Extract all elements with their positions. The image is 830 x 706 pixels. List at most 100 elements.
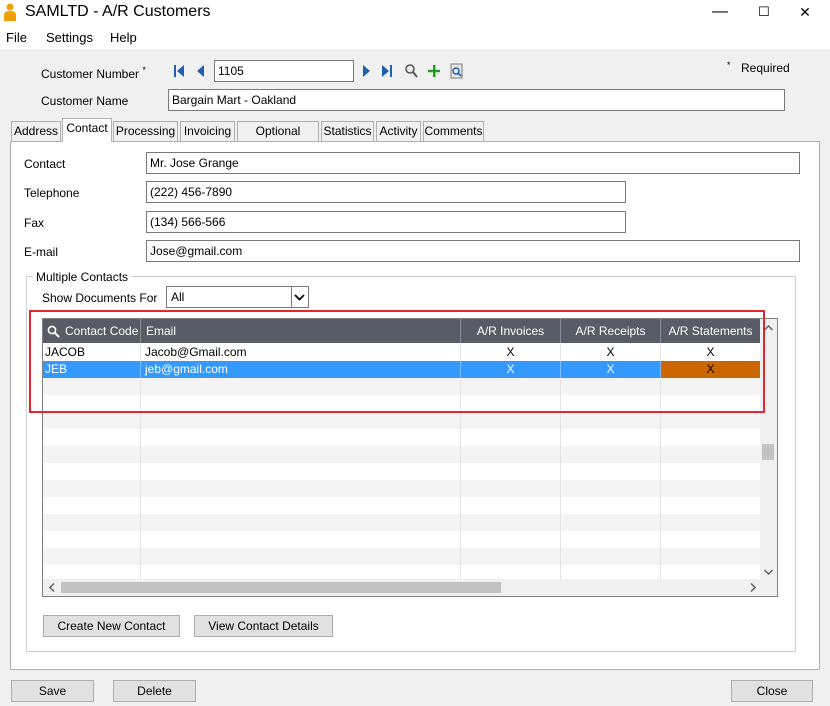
tab-processing[interactable]: Processing [113, 121, 178, 141]
delete-button[interactable]: Delete [113, 680, 196, 702]
contact-code-cell[interactable]: JACOB [43, 344, 141, 361]
tab-comments[interactable]: Comments [423, 121, 484, 141]
vertical-scrollbar[interactable] [760, 319, 777, 579]
zoom-icon[interactable] [450, 63, 464, 79]
empty-cell [561, 497, 661, 514]
ar-statements-cell[interactable]: X [661, 344, 761, 361]
empty-cell [461, 497, 561, 514]
empty-table-row [43, 446, 761, 463]
empty-cell [461, 548, 561, 565]
customer-name-input[interactable]: Bargain Mart - Oakland [168, 89, 785, 111]
first-record-icon[interactable] [172, 63, 186, 79]
ar-statements-cell-focused[interactable]: X [661, 361, 761, 378]
ar-invoices-cell[interactable]: X [461, 361, 561, 378]
empty-cell [141, 412, 461, 429]
ar-receipts-cell[interactable]: X [561, 361, 661, 378]
tab-statistics[interactable]: Statistics [321, 121, 374, 141]
dropdown-button[interactable] [291, 287, 308, 307]
create-new-contact-button[interactable]: Create New Contact [43, 615, 180, 637]
empty-cell [461, 480, 561, 497]
empty-cell [141, 463, 461, 480]
empty-table-row [43, 395, 761, 412]
empty-cell [461, 446, 561, 463]
menu-help[interactable]: Help [110, 30, 137, 45]
column-header-email[interactable]: Email [141, 319, 461, 343]
close-window-button[interactable]: ✕ [783, 0, 827, 27]
empty-cell [561, 378, 661, 395]
contact-input[interactable]: Mr. Jose Grange [146, 152, 800, 174]
menu-file[interactable]: File [6, 30, 27, 45]
close-button[interactable]: Close [731, 680, 813, 702]
empty-cell [461, 429, 561, 446]
email-cell[interactable]: jeb@gmail.com [141, 361, 461, 378]
show-documents-select[interactable]: All [166, 286, 309, 308]
ar-receipts-cell[interactable]: X [561, 344, 661, 361]
tab-invoicing[interactable]: Invoicing [180, 121, 235, 141]
customer-name-label: Customer Name [41, 94, 129, 108]
column-header-contact-code[interactable]: Contact Code [43, 319, 141, 343]
tab-optional-fields[interactable]: Optional Fields [237, 121, 319, 156]
scrollbar-corner [760, 579, 777, 596]
table-row-selected[interactable]: JEB jeb@gmail.com X X X [43, 361, 761, 378]
menu-settings[interactable]: Settings [46, 30, 93, 45]
required-marker: * [727, 60, 731, 70]
save-button[interactable]: Save [11, 680, 94, 702]
maximize-button[interactable]: ☐ [742, 0, 786, 27]
empty-cell [461, 463, 561, 480]
empty-cell [43, 412, 141, 429]
empty-cell [661, 480, 761, 497]
view-contact-details-button[interactable]: View Contact Details [194, 615, 333, 637]
scroll-right-icon[interactable] [746, 579, 760, 596]
scroll-up-icon[interactable] [760, 321, 777, 335]
empty-cell [661, 463, 761, 480]
horizontal-scrollbar[interactable] [43, 579, 761, 596]
empty-cell [661, 395, 761, 412]
previous-record-icon[interactable] [194, 63, 208, 79]
fax-input[interactable]: (134) 566-566 [146, 211, 626, 233]
title-bar: SAMLTD - A/R Customers — ☐ ✕ [0, 0, 830, 27]
next-record-icon[interactable] [359, 63, 373, 79]
contacts-grid[interactable]: Contact Code Email A/R Invoices A/R Rece… [42, 318, 778, 597]
empty-cell [561, 514, 661, 531]
vertical-scroll-thumb[interactable] [762, 444, 774, 460]
telephone-input[interactable]: (222) 456-7890 [146, 181, 626, 203]
column-header-ar-invoices[interactable]: A/R Invoices [461, 319, 561, 343]
empty-cell [661, 497, 761, 514]
empty-cell [141, 548, 461, 565]
empty-table-row [43, 429, 761, 446]
empty-table-row [43, 412, 761, 429]
empty-cell [141, 429, 461, 446]
menu-bar: File Settings Help [0, 27, 830, 49]
email-input[interactable]: Jose@gmail.com [146, 240, 800, 262]
empty-cell [141, 446, 461, 463]
table-row[interactable]: JACOB Jacob@Gmail.com X X X [43, 344, 761, 361]
tab-address[interactable]: Address [11, 121, 61, 141]
empty-table-row [43, 514, 761, 531]
add-icon[interactable] [427, 63, 441, 79]
empty-cell [43, 531, 141, 548]
tab-contact[interactable]: Contact [62, 118, 112, 142]
horizontal-scroll-thumb[interactable] [61, 582, 501, 593]
grid-header: Contact Code Email A/R Invoices A/R Rece… [43, 319, 761, 343]
tab-activity[interactable]: Activity [376, 121, 421, 141]
email-cell[interactable]: Jacob@Gmail.com [141, 344, 461, 361]
scroll-left-icon[interactable] [45, 579, 59, 596]
empty-cell [43, 378, 141, 395]
empty-cell [561, 531, 661, 548]
scroll-down-icon[interactable] [760, 565, 777, 579]
ar-invoices-cell[interactable]: X [461, 344, 561, 361]
minimize-button[interactable]: — [698, 0, 742, 27]
search-icon[interactable] [404, 63, 418, 79]
empty-cell [43, 395, 141, 412]
empty-cell [43, 548, 141, 565]
empty-table-row [43, 497, 761, 514]
last-record-icon[interactable] [380, 63, 394, 79]
customer-number-input[interactable]: 1105 [214, 60, 354, 82]
column-header-ar-receipts[interactable]: A/R Receipts [561, 319, 661, 343]
empty-cell [141, 378, 461, 395]
contact-code-cell[interactable]: JEB [43, 361, 141, 378]
empty-table-row [43, 463, 761, 480]
empty-cell [461, 412, 561, 429]
column-header-ar-statements[interactable]: A/R Statements [661, 319, 761, 343]
user-app-icon [4, 3, 16, 21]
